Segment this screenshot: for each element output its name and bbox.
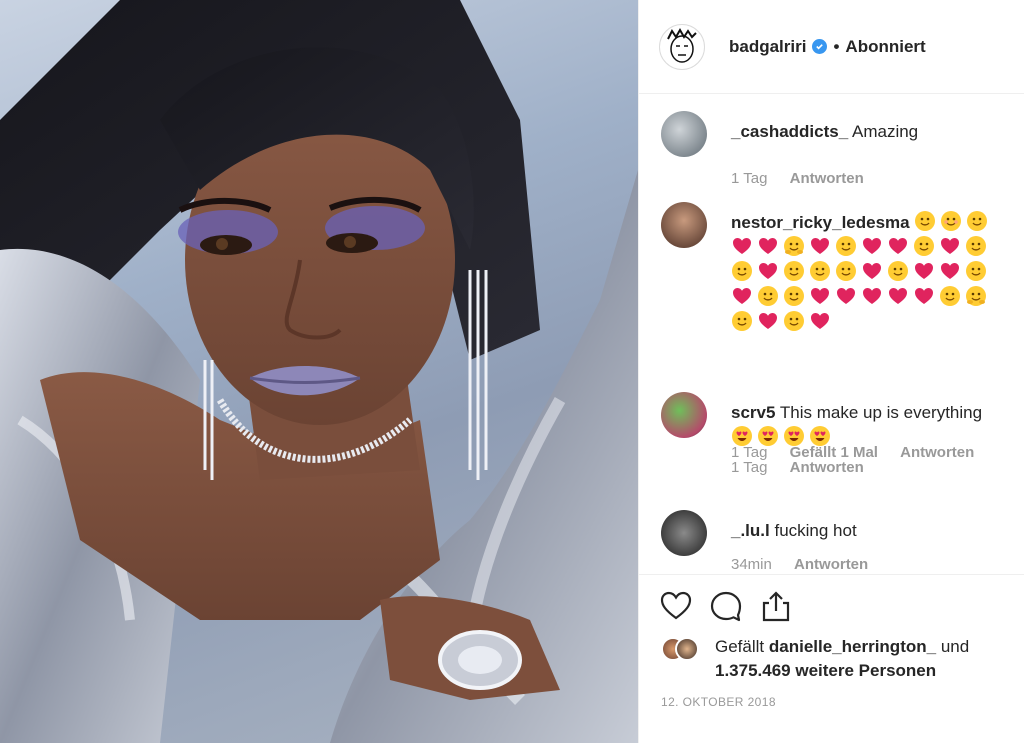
comments-list[interactable]: _cashaddicts_ Amazing 1 Tag Antworten ne… bbox=[639, 95, 1024, 573]
heart-emoji-icon bbox=[731, 285, 753, 307]
comment-meta: 1 Tag Antworten bbox=[731, 170, 882, 187]
follow-status-button[interactable]: Abonniert bbox=[845, 37, 925, 57]
liker-username[interactable]: danielle_herrington_ bbox=[769, 637, 936, 656]
smiley-emoji-icon bbox=[809, 260, 831, 282]
portrait-illustration bbox=[0, 0, 638, 743]
commenter-username[interactable]: _.lu.l bbox=[731, 521, 770, 540]
post-photo[interactable] bbox=[0, 0, 638, 743]
reply-button[interactable]: Antworten bbox=[794, 556, 868, 573]
heart-eyes-emoji-icon bbox=[757, 425, 779, 447]
comment-time[interactable]: 34min bbox=[731, 556, 772, 573]
smiley-emoji-icon bbox=[965, 260, 987, 282]
smiley-emoji-icon bbox=[914, 210, 936, 232]
reply-button[interactable]: Antworten bbox=[790, 459, 864, 476]
heart-outline-icon[interactable] bbox=[659, 589, 693, 623]
heart-emoji-icon bbox=[757, 310, 779, 332]
smiley-emoji-icon bbox=[783, 285, 805, 307]
post-sidebar: badgalriri • Abonniert _cashaddicts_ Ama… bbox=[638, 0, 1024, 743]
reply-button[interactable]: Antworten bbox=[790, 170, 864, 187]
commenter-avatar[interactable] bbox=[661, 392, 707, 438]
smiley-emoji-icon bbox=[731, 260, 753, 282]
heart-eyes-emoji-icon bbox=[783, 425, 805, 447]
comment-text: This make up is everything bbox=[779, 403, 983, 422]
heart-emoji-icon bbox=[887, 285, 909, 307]
heart-emoji-icon bbox=[913, 285, 935, 307]
commenter-avatar[interactable] bbox=[661, 202, 707, 248]
heart-emoji-icon bbox=[731, 235, 753, 257]
smiley-emoji-icon bbox=[757, 285, 779, 307]
share-upload-icon[interactable] bbox=[759, 589, 793, 623]
comment-bubble-icon[interactable] bbox=[709, 589, 743, 623]
heart-emoji-icon bbox=[861, 260, 883, 282]
smiley-emoji-icon bbox=[965, 285, 987, 307]
comment-meta: 1 Tag Antworten bbox=[731, 459, 882, 476]
smiley-emoji-icon bbox=[913, 235, 935, 257]
commenter-avatar[interactable] bbox=[661, 111, 707, 157]
post-header: badgalriri • Abonniert bbox=[639, 0, 1024, 94]
heart-emoji-icon bbox=[939, 235, 961, 257]
smiley-emoji-icon bbox=[783, 235, 805, 257]
comment-time[interactable]: 1 Tag bbox=[731, 459, 767, 476]
comment-meta: 34min Antworten bbox=[731, 556, 886, 573]
author-avatar[interactable] bbox=[659, 23, 705, 70]
separator-dot: • bbox=[833, 36, 840, 56]
heart-emoji-icon bbox=[809, 235, 831, 257]
commenter-avatar[interactable] bbox=[661, 510, 707, 556]
heart-emoji-icon bbox=[913, 260, 935, 282]
verified-badge-icon bbox=[812, 39, 828, 54]
heart-eyes-emoji-icon bbox=[809, 425, 831, 447]
smiley-emoji-icon bbox=[887, 260, 909, 282]
commenter-username[interactable]: scrv5 bbox=[731, 403, 775, 422]
likes-count[interactable]: 1.375.469 weitere Personen bbox=[715, 661, 936, 680]
comment-time[interactable]: 1 Tag bbox=[731, 170, 767, 187]
smiley-emoji-icon bbox=[783, 310, 805, 332]
post-date[interactable]: 12. OKTOBER 2018 bbox=[661, 695, 776, 709]
likes-conj: und bbox=[940, 637, 970, 656]
smiley-emoji-icon bbox=[835, 260, 857, 282]
heart-emoji-icon bbox=[809, 310, 831, 332]
post-actions: Gefällt danielle_herrington_ und 1.375.4… bbox=[639, 574, 1024, 743]
cartoon-face-icon bbox=[667, 27, 697, 63]
smiley-emoji-icon bbox=[966, 210, 988, 232]
heart-emoji-icon bbox=[939, 260, 961, 282]
liker-avatar[interactable] bbox=[675, 637, 699, 661]
heart-emoji-icon bbox=[887, 235, 909, 257]
heart-emoji-icon bbox=[861, 285, 883, 307]
commenter-username[interactable]: _cashaddicts_ bbox=[731, 122, 848, 141]
commenter-username[interactable]: nestor_ricky_ledesma bbox=[731, 213, 910, 232]
heart-eyes-emoji-icon bbox=[731, 425, 753, 447]
smiley-emoji-icon bbox=[939, 285, 961, 307]
smiley-emoji-icon bbox=[731, 310, 753, 332]
heart-emoji-icon bbox=[757, 235, 779, 257]
smiley-emoji-icon bbox=[835, 235, 857, 257]
comment-text: Amazing bbox=[851, 122, 919, 141]
heart-emoji-icon bbox=[809, 285, 831, 307]
likes-prefix: Gefällt bbox=[715, 637, 765, 656]
heart-emoji-icon bbox=[835, 285, 857, 307]
smiley-emoji-icon bbox=[965, 235, 987, 257]
comment-text: fucking hot bbox=[774, 521, 857, 540]
smiley-emoji-icon bbox=[783, 260, 805, 282]
comment-emojis bbox=[731, 425, 835, 447]
smiley-emoji-icon bbox=[940, 210, 962, 232]
heart-emoji-icon bbox=[757, 260, 779, 282]
heart-emoji-icon bbox=[861, 235, 883, 257]
author-username[interactable]: badgalriri bbox=[729, 37, 806, 57]
